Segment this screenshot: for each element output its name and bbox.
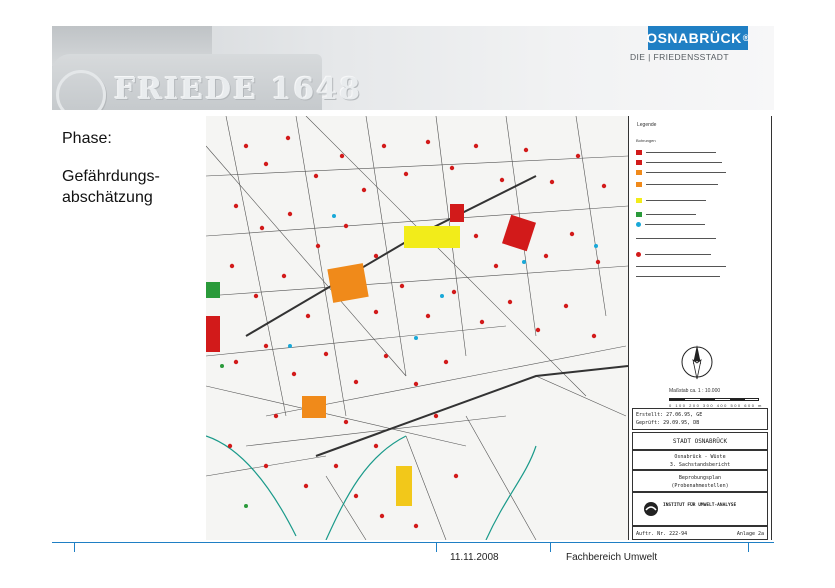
legend-project-box: Osnabrück - Wüste 3. Sachstandsbericht — [632, 450, 768, 470]
logo-name: OSNABRÜCK — [646, 30, 742, 46]
legend-credits: Erstellt: 27.06.95, GE Geprüft: 29.09.95… — [632, 408, 768, 430]
legend-item-green — [636, 212, 696, 217]
legend-plan-box: Beprobungsplan (Probenahmestellen) — [632, 470, 768, 492]
sampling-map — [206, 116, 628, 540]
legend-item-cyan — [636, 222, 705, 227]
legend-item-point — [636, 252, 711, 257]
phase-label: Phase: — [62, 130, 112, 147]
legend-item-red — [636, 150, 716, 155]
legend-item-yellow — [636, 198, 706, 203]
yellow-swatch — [636, 198, 642, 203]
legend-order-box: Auftr. Nr. 222-94 Anlage 2a — [632, 526, 768, 540]
cyan-marker — [636, 222, 641, 227]
legend-heading: Bohrungen — [636, 138, 656, 143]
plan-title-1: Beprobungsplan — [678, 475, 722, 481]
drawn-by: Erstellt: 27.06.95, GE — [636, 412, 703, 418]
orange-zone — [327, 263, 369, 303]
footer-tick — [748, 542, 749, 552]
osnabrueck-logo: OSNABRÜCK ® — [646, 26, 750, 50]
legend-city: STADT OSNABRÜCK — [672, 438, 728, 445]
project-line-2: 3. Sachstandsbericht — [669, 462, 731, 468]
logo-mark: ® — [742, 33, 750, 43]
footer-tick — [550, 542, 551, 552]
orange-swatch — [636, 182, 642, 187]
legend-item-orange — [636, 170, 726, 175]
green-zone — [206, 282, 220, 298]
green-swatch — [636, 212, 642, 217]
legend-title: Legende — [637, 122, 657, 128]
footer-date: 11.11.2008 — [450, 552, 499, 563]
scale-bar — [669, 398, 759, 401]
project-line-1: Osnabrück - Wüste — [674, 454, 726, 460]
legend-city-box: STADT OSNABRÜCK — [632, 432, 768, 450]
checked-by: Geprüft: 29.09.95, DB — [636, 420, 700, 426]
red-marker — [636, 252, 641, 257]
legend-institute-box: INSTITUT FÜR UMWELT-ANALYSE — [632, 492, 768, 526]
yellow-zone — [404, 226, 460, 248]
legend-item-line — [636, 266, 726, 267]
legend-item-orange2 — [636, 182, 718, 187]
orange-zone — [302, 396, 326, 418]
banner-inscription: FRIEDE 1648 — [114, 72, 362, 107]
red-zone — [450, 204, 464, 222]
legend-scale: Maßstab ca. 1 : 10.000 — [669, 388, 721, 394]
map-drawing — [206, 116, 628, 540]
appendix-label: Anlage 2a — [736, 531, 764, 537]
logo-tagline: DIE | FRIEDENSSTADT — [630, 52, 729, 62]
orange-zone — [396, 466, 412, 506]
map-legend: Legende Bohrungen Maßstab ca. 1 : 10.000… — [628, 116, 772, 540]
institute-name: INSTITUT FÜR UMWELT-ANALYSE — [663, 503, 737, 508]
orange-swatch — [636, 170, 642, 175]
footer-tick — [74, 542, 75, 552]
footer-department: Fachbereich Umwelt — [566, 552, 658, 563]
phase-value: Gefährdungs-abschätzung — [62, 168, 160, 206]
legend-item-line2 — [636, 276, 720, 277]
red-swatch — [636, 150, 642, 155]
north-arrow-icon — [681, 345, 713, 380]
legend-subheading — [636, 238, 716, 239]
legend-heading-label: Bohrungen — [636, 138, 656, 143]
institute-logo-icon — [644, 502, 658, 516]
legend-item-red2 — [636, 160, 722, 165]
red-swatch — [636, 160, 642, 165]
footer-divider — [52, 542, 774, 543]
red-zone — [206, 316, 220, 352]
plan-title-2: (Probenahmestellen) — [671, 483, 729, 489]
footer-tick — [436, 542, 437, 552]
